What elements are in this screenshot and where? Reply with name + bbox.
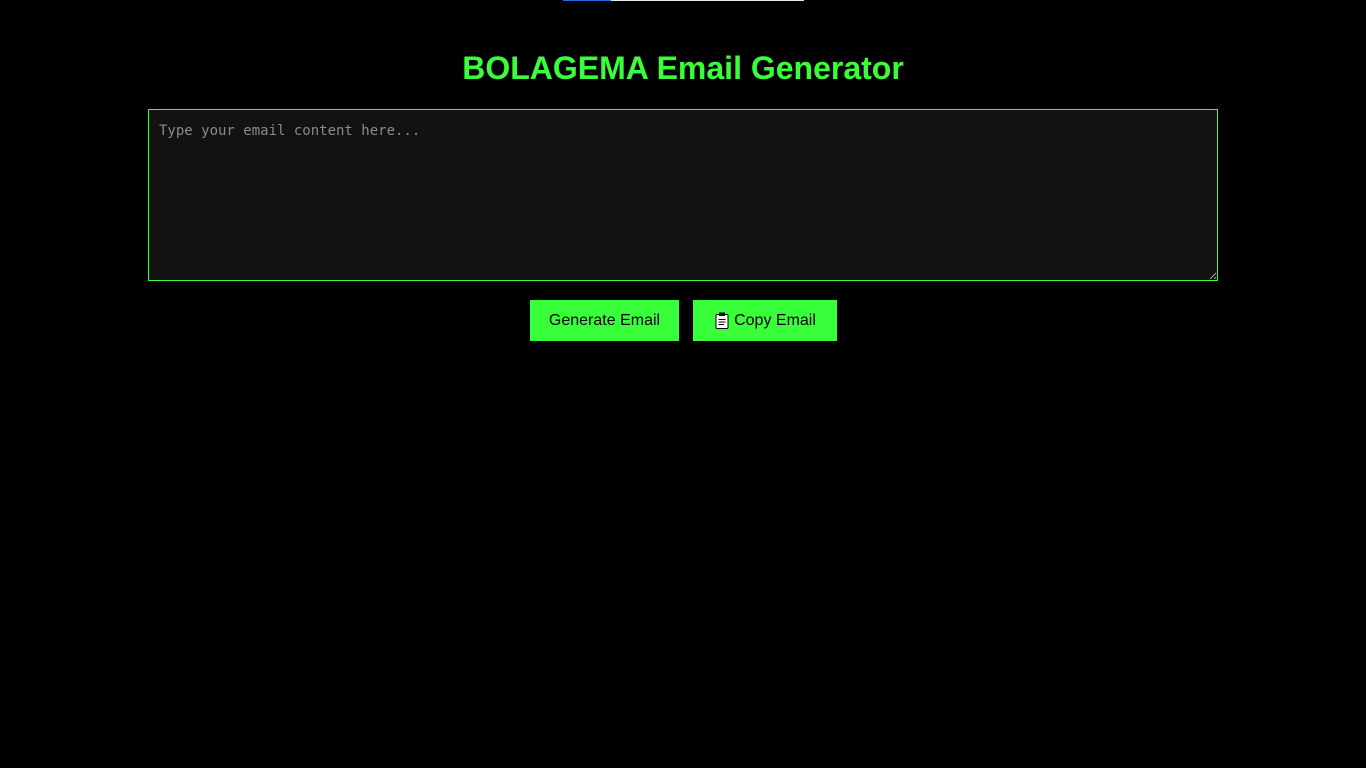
page-load-progress: [563, 0, 612, 1]
page-load-bar: [563, 0, 804, 1]
copy-email-button[interactable]: Copy Email: [693, 300, 837, 341]
generate-email-label: Generate Email: [548, 311, 661, 329]
copy-email-label: Copy Email: [734, 311, 816, 329]
page-title: BOLAGEMA Email Generator: [462, 50, 904, 86]
generate-email-button[interactable]: Generate Email: [530, 300, 679, 341]
clipboard-icon: [714, 312, 730, 330]
page-load-track: [611, 0, 804, 1]
email-content-input[interactable]: [148, 109, 1218, 281]
